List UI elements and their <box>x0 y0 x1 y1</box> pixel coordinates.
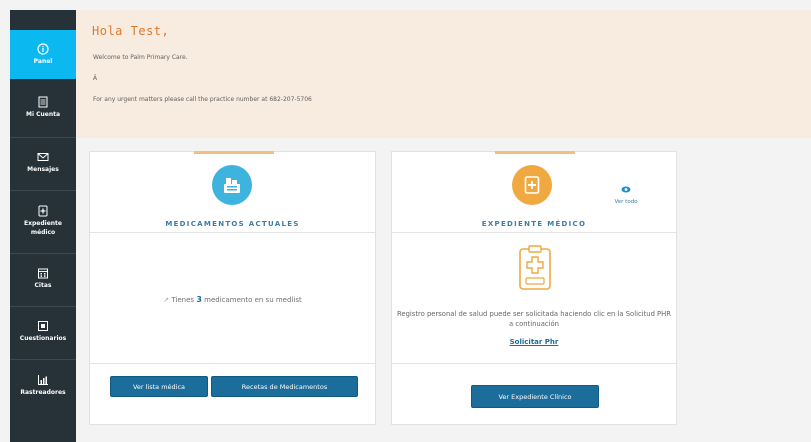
card-divider <box>392 232 676 233</box>
sidebar-item-cuestionarios[interactable]: Cuestionarios <box>10 307 76 357</box>
sidebar-item-label: Rastreadores <box>20 389 66 397</box>
medical-record-card: Ver todo EXPEDIENTE MÉDICO Registro pers… <box>391 151 677 425</box>
sidebar-item-label: Citas <box>34 282 52 290</box>
sidebar-item-mi-cuenta[interactable]: Mi Cuenta <box>10 81 76 135</box>
eye-icon <box>621 186 631 193</box>
document-icon <box>38 96 48 108</box>
count-suffix: medicamento en su medlist <box>204 296 302 304</box>
calendar-icon <box>38 268 48 279</box>
sidebar-item-citas[interactable]: Citas <box>10 254 76 304</box>
medical-record-icon <box>512 165 552 205</box>
greeting-title: Hola Test, <box>92 24 170 38</box>
card-divider <box>90 232 375 233</box>
sidebar-item-label: Panel <box>33 57 53 65</box>
questionnaire-icon <box>38 321 48 332</box>
medications-title: MEDICAMENTOS ACTUALES <box>165 220 300 228</box>
pill-icon: ↗ <box>163 296 170 304</box>
health-record-illustration-icon <box>517 245 553 295</box>
medication-count-text: ↗ Tienes 3 medicamento en su medlist <box>90 295 375 304</box>
welcome-text: Welcome to Palm Primary Care. <box>93 54 188 61</box>
medications-card: MEDICAMENTOS ACTUALES ↗ Tienes 3 medicam… <box>89 151 376 425</box>
envelope-icon <box>37 153 49 162</box>
sidebar: Panel Mi Cuenta Mensajes Expediente médi… <box>10 10 76 442</box>
chart-tracker-icon <box>38 375 48 386</box>
sidebar-item-label: Mi Cuenta <box>25 111 61 119</box>
medication-recipes-button[interactable]: Recetas de Medicamentos <box>211 376 358 397</box>
medical-record-icon <box>38 205 48 217</box>
view-all-label: Ver todo <box>614 199 638 205</box>
medical-record-title: EXPEDIENTE MÉDICO <box>481 220 587 228</box>
count-prefix: Tienes <box>171 296 195 304</box>
urgent-notice: For any urgent matters please call the p… <box>93 96 312 103</box>
sidebar-item-panel[interactable]: Panel <box>10 30 76 79</box>
request-phr-link[interactable]: Solicitar Phr <box>392 338 676 346</box>
view-all-link[interactable]: Ver todo <box>606 178 646 205</box>
sidebar-item-label: Expediente médico <box>24 220 62 236</box>
phr-description: Registro personal de salud puede ser sol… <box>397 310 671 328</box>
extra-text: Â <box>93 75 98 82</box>
sidebar-item-label: Mensajes <box>27 166 59 174</box>
view-clinical-record-button[interactable]: Ver Expediente Clínico <box>471 385 599 408</box>
sidebar-item-mensajes[interactable]: Mensajes <box>10 138 76 188</box>
card-top-accent <box>194 151 274 154</box>
medication-icon <box>212 165 252 205</box>
greeting-banner: Hola Test, Welcome to Palm Primary Care.… <box>76 10 811 138</box>
card-divider <box>90 363 375 364</box>
view-medication-list-button[interactable]: Ver lista médica <box>110 376 208 397</box>
info-circle-icon <box>37 43 49 55</box>
medication-count: 3 <box>196 295 202 304</box>
card-divider <box>392 363 676 364</box>
card-top-accent <box>495 151 575 154</box>
sidebar-item-label: Cuestionarios <box>19 335 67 343</box>
sidebar-item-expediente[interactable]: Expediente médico <box>10 191 76 251</box>
sidebar-item-rastreadores[interactable]: Rastreadores <box>10 360 76 412</box>
